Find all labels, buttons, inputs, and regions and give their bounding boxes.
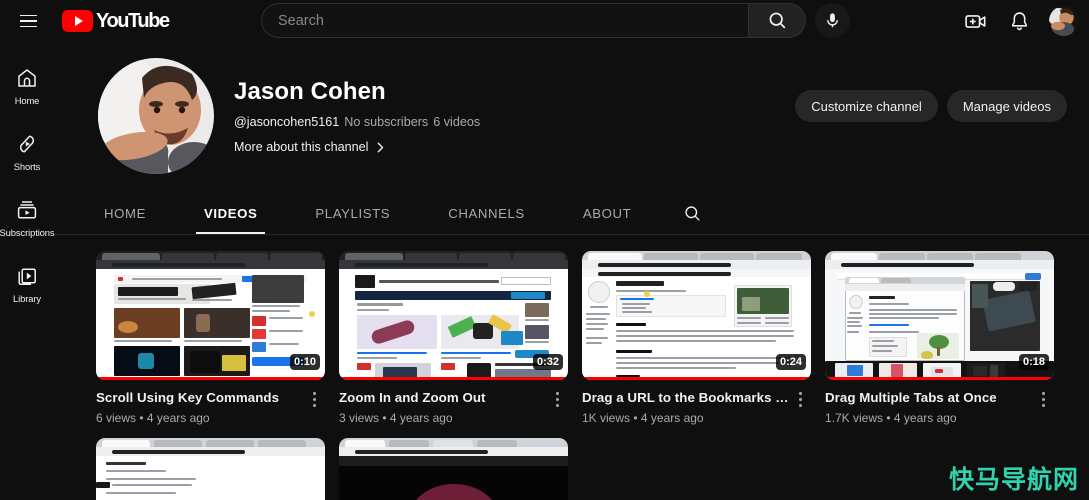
home-icon	[18, 69, 36, 87]
channel-name: Jason Cohen	[234, 78, 386, 105]
channel-handle: @jasoncohen5161	[234, 115, 340, 129]
microphone-icon	[827, 13, 838, 28]
youtube-channel-page: YouTube Search Home Shorts Subscriptions…	[0, 0, 1089, 500]
tab-about[interactable]: ABOUT	[575, 192, 639, 234]
video-card-body: Drag a URL to the Bookmarks Bar 1K views…	[582, 389, 811, 425]
youtube-logo[interactable]: YouTube	[62, 9, 170, 33]
notifications-button[interactable]	[1001, 3, 1037, 39]
video-stats: 3 views • 4 years ago	[339, 411, 453, 425]
sidebar-item-label: Library	[13, 293, 41, 304]
video-title[interactable]: Scroll Using Key Commands	[96, 389, 303, 407]
video-card-body: Scroll Using Key Commands 6 views • 4 ye…	[96, 389, 325, 425]
video-card[interactable]: 0:10 Scroll Using Key Commands 6 views •…	[96, 251, 325, 425]
avatar-image	[1049, 6, 1079, 36]
library-icon	[18, 268, 36, 286]
avatar[interactable]	[1049, 6, 1079, 36]
watch-progress-bar	[339, 376, 568, 380]
video-card[interactable]	[96, 438, 325, 500]
search-input[interactable]: Search	[261, 3, 748, 38]
video-stats: 6 views • 4 years ago	[96, 411, 210, 425]
video-thumbnail[interactable]	[339, 438, 568, 500]
create-video-icon	[964, 14, 986, 28]
video-card[interactable]: 0:24 Drag a URL to the Bookmarks Bar 1K …	[582, 251, 811, 425]
customize-channel-button[interactable]: Customize channel	[795, 90, 938, 122]
sidebar-item-label: Home	[14, 95, 40, 106]
video-duration: 0:24	[775, 354, 806, 370]
channel-stats: @jasoncohen5161 No subscribers 6 videos	[234, 115, 480, 129]
thumbnail-art-partial-dark	[339, 438, 568, 500]
thumbnail-art-partial-doc	[96, 438, 325, 500]
sidebar-item-home[interactable]: Home	[0, 56, 54, 116]
search-icon	[685, 205, 701, 221]
hamburger-menu-icon[interactable]	[8, 1, 48, 41]
mini-sidebar: Home Shorts Subscriptions Library	[0, 42, 55, 500]
search-placeholder: Search	[278, 12, 324, 29]
site-watermark: 快马导航网	[948, 465, 1079, 494]
video-thumbnail[interactable]	[96, 438, 325, 500]
watch-progress-bar	[825, 376, 1054, 380]
watch-progress-bar	[96, 376, 325, 380]
channel-header: Jason Cohen @jasoncohen5161 No subscribe…	[54, 42, 1089, 190]
channel-meta: Jason Cohen @jasoncohen5161 No subscribe…	[234, 78, 480, 154]
channel-tabs: HOME VIDEOS PLAYLISTS CHANNELS ABOUT	[54, 192, 1089, 235]
subscriptions-icon	[17, 201, 37, 219]
video-menu-button[interactable]	[789, 389, 811, 425]
sidebar-item-label: Shorts	[13, 161, 41, 172]
watch-progress-bar	[582, 376, 811, 380]
video-title[interactable]: Drag a URL to the Bookmarks Bar	[582, 389, 789, 407]
youtube-play-icon	[62, 10, 93, 32]
sidebar-item-label: Subscriptions	[0, 227, 55, 238]
search-icon	[769, 12, 785, 29]
video-stats: 1.7K views • 4 years ago	[825, 411, 957, 425]
video-card[interactable]: 0:32 Zoom In and Zoom Out 3 views • 4 ye…	[339, 251, 568, 425]
video-thumbnail[interactable]: 0:32	[339, 251, 568, 380]
tab-videos[interactable]: VIDEOS	[195, 192, 266, 234]
sidebar-item-subscriptions[interactable]: Subscriptions	[0, 188, 55, 248]
channel-video-count: 6 videos	[433, 115, 481, 129]
sidebar-item-shorts[interactable]: Shorts	[0, 122, 54, 182]
tab-playlists[interactable]: PLAYLISTS	[307, 192, 398, 234]
voice-search-button[interactable]	[815, 3, 850, 38]
video-card[interactable]	[339, 438, 568, 500]
channel-subscribers: No subscribers	[344, 115, 429, 129]
chevron-right-icon	[378, 142, 384, 152]
search-button[interactable]	[748, 3, 806, 38]
video-thumbnail[interactable]: 0:18	[825, 251, 1054, 380]
video-menu-button[interactable]	[303, 389, 325, 425]
video-title[interactable]: Zoom In and Zoom Out	[339, 389, 546, 407]
tab-home[interactable]: HOME	[96, 192, 154, 234]
video-duration: 0:18	[1018, 354, 1049, 370]
manage-videos-button[interactable]: Manage videos	[946, 90, 1067, 122]
notifications-bell-icon	[1011, 11, 1027, 30]
video-menu-button[interactable]	[1032, 389, 1054, 425]
video-card-body: Zoom In and Zoom Out 3 views • 4 years a…	[339, 389, 568, 425]
masthead: YouTube Search	[0, 0, 1089, 42]
masthead-actions	[957, 3, 1079, 39]
channel-search-button[interactable]	[683, 192, 702, 234]
sidebar-item-library[interactable]: Library	[0, 254, 54, 314]
video-thumbnail[interactable]: 0:10	[96, 251, 325, 380]
youtube-logo-text: YouTube	[96, 9, 170, 32]
video-grid: 0:10 Scroll Using Key Commands 6 views •…	[54, 235, 1089, 500]
video-thumbnail[interactable]: 0:24	[582, 251, 811, 380]
channel-actions: Customize channel Manage videos	[795, 90, 1067, 122]
more-about-channel-link[interactable]: More about this channel	[234, 140, 480, 154]
more-about-channel-label: More about this channel	[234, 140, 369, 154]
main-content: Jason Cohen @jasoncohen5161 No subscribe…	[54, 42, 1089, 500]
create-video-button[interactable]	[957, 3, 993, 39]
channel-avatar-image	[98, 58, 214, 174]
video-duration: 0:32	[532, 354, 563, 370]
search-area: Search	[261, 3, 850, 38]
channel-avatar[interactable]	[98, 58, 214, 174]
video-card[interactable]: 0:18 Drag Multiple Tabs at Once 1.7K vie…	[825, 251, 1054, 425]
video-stats: 1K views • 4 years ago	[582, 411, 704, 425]
video-duration: 0:10	[289, 354, 320, 370]
shorts-icon	[20, 135, 34, 153]
video-menu-button[interactable]	[546, 389, 568, 425]
video-card-body: Drag Multiple Tabs at Once 1.7K views • …	[825, 389, 1054, 425]
video-title[interactable]: Drag Multiple Tabs at Once	[825, 389, 1032, 407]
tab-channels[interactable]: CHANNELS	[440, 192, 533, 234]
